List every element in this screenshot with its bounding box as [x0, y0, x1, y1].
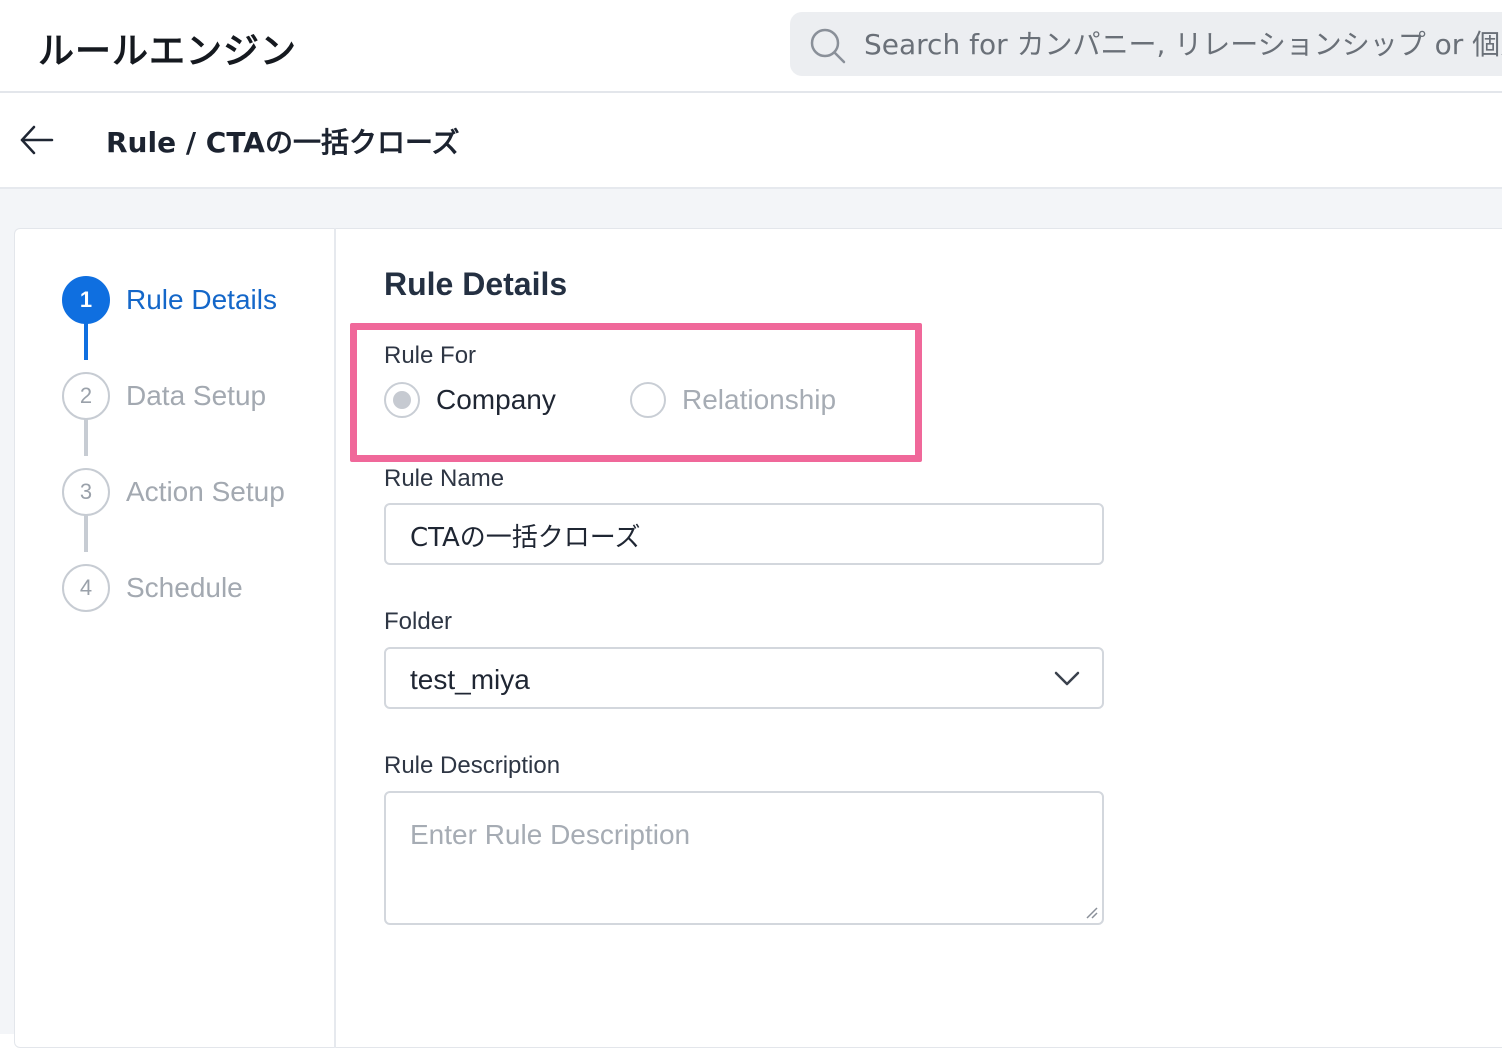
app-title: ルールエンジン	[38, 31, 298, 72]
step-2-circle[interactable]: 2	[62, 372, 110, 420]
folder-label: Folder	[384, 608, 453, 635]
search-input[interactable]	[864, 20, 1502, 68]
radio-relationship-label[interactable]: Relationship	[682, 384, 836, 416]
rule-description-input[interactable]	[410, 819, 1070, 909]
top-bar: ルールエンジン	[0, 0, 1502, 93]
search-icon	[810, 28, 846, 64]
rule-name-label: Rule Name	[384, 465, 505, 492]
page-header: Rule / CTAの一括クローズ	[0, 93, 1502, 189]
folder-select[interactable]: test_miya	[384, 647, 1104, 709]
rule-name-field[interactable]	[384, 503, 1104, 565]
step-1-circle[interactable]: 1	[62, 276, 110, 324]
global-search[interactable]	[790, 12, 1502, 76]
radio-company-label[interactable]: Company	[436, 384, 556, 416]
stepper	[14, 228, 336, 1048]
chevron-down-icon	[1054, 671, 1080, 686]
radio-company[interactable]	[384, 382, 420, 418]
step-3-circle[interactable]: 3	[62, 468, 110, 516]
radio-relationship[interactable]	[630, 382, 666, 418]
breadcrumb: Rule / CTAの一括クローズ	[106, 126, 460, 159]
step-connector	[84, 514, 88, 552]
rule-description-label: Rule Description	[384, 752, 561, 779]
step-3-label[interactable]: Action Setup	[126, 476, 285, 508]
step-1-label[interactable]: Rule Details	[126, 284, 277, 316]
rule-for-label: Rule For	[384, 342, 477, 369]
step-4-label[interactable]: Schedule	[126, 572, 243, 604]
back-arrow-icon[interactable]	[18, 121, 56, 159]
resize-handle-icon[interactable]	[1084, 905, 1098, 919]
rule-name-input[interactable]	[410, 515, 1070, 555]
folder-value: test_miya	[410, 664, 530, 695]
step-4-circle[interactable]: 4	[62, 564, 110, 612]
step-2-label[interactable]: Data Setup	[126, 380, 266, 412]
section-title: Rule Details	[384, 266, 568, 302]
rule-description-field[interactable]	[384, 791, 1104, 925]
step-connector	[84, 322, 88, 360]
step-connector	[84, 418, 88, 456]
